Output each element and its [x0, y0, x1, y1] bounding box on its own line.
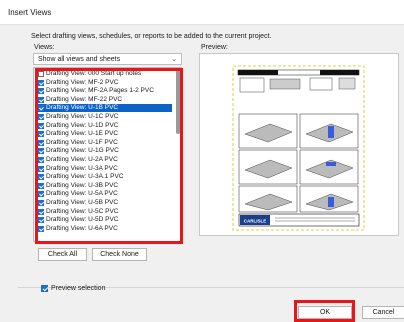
- preview-label: Preview:: [201, 44, 228, 51]
- chevron-down-icon: ⌄: [171, 56, 177, 63]
- cancel-button[interactable]: Cancel: [362, 306, 404, 319]
- highlight-box-ok: [294, 300, 355, 322]
- preview-pane: CARLISLE: [199, 53, 399, 236]
- check-none-button[interactable]: Check None: [92, 248, 147, 261]
- check-all-button[interactable]: Check All: [38, 248, 87, 261]
- highlight-box-views: [35, 68, 183, 244]
- instruction-text: Select drafting views, schedules, or rep…: [31, 33, 272, 40]
- preview-selection-checkbox[interactable]: [41, 285, 48, 292]
- insert-views-dialog: Insert Views Select drafting views, sche…: [0, 0, 404, 322]
- title-bar: Insert Views: [0, 0, 404, 25]
- views-filter-value: Show all views and sheets: [38, 56, 121, 63]
- views-filter-dropdown[interactable]: Show all views and sheets ⌄: [33, 53, 182, 65]
- preview-selection-label: Preview selection: [51, 285, 106, 292]
- carlisle-logo-text: CARLISLE: [244, 219, 267, 224]
- sheet-preview-drawing: CARLISLE: [232, 65, 365, 231]
- window-title: Insert Views: [8, 8, 52, 17]
- views-label: Views:: [34, 44, 55, 51]
